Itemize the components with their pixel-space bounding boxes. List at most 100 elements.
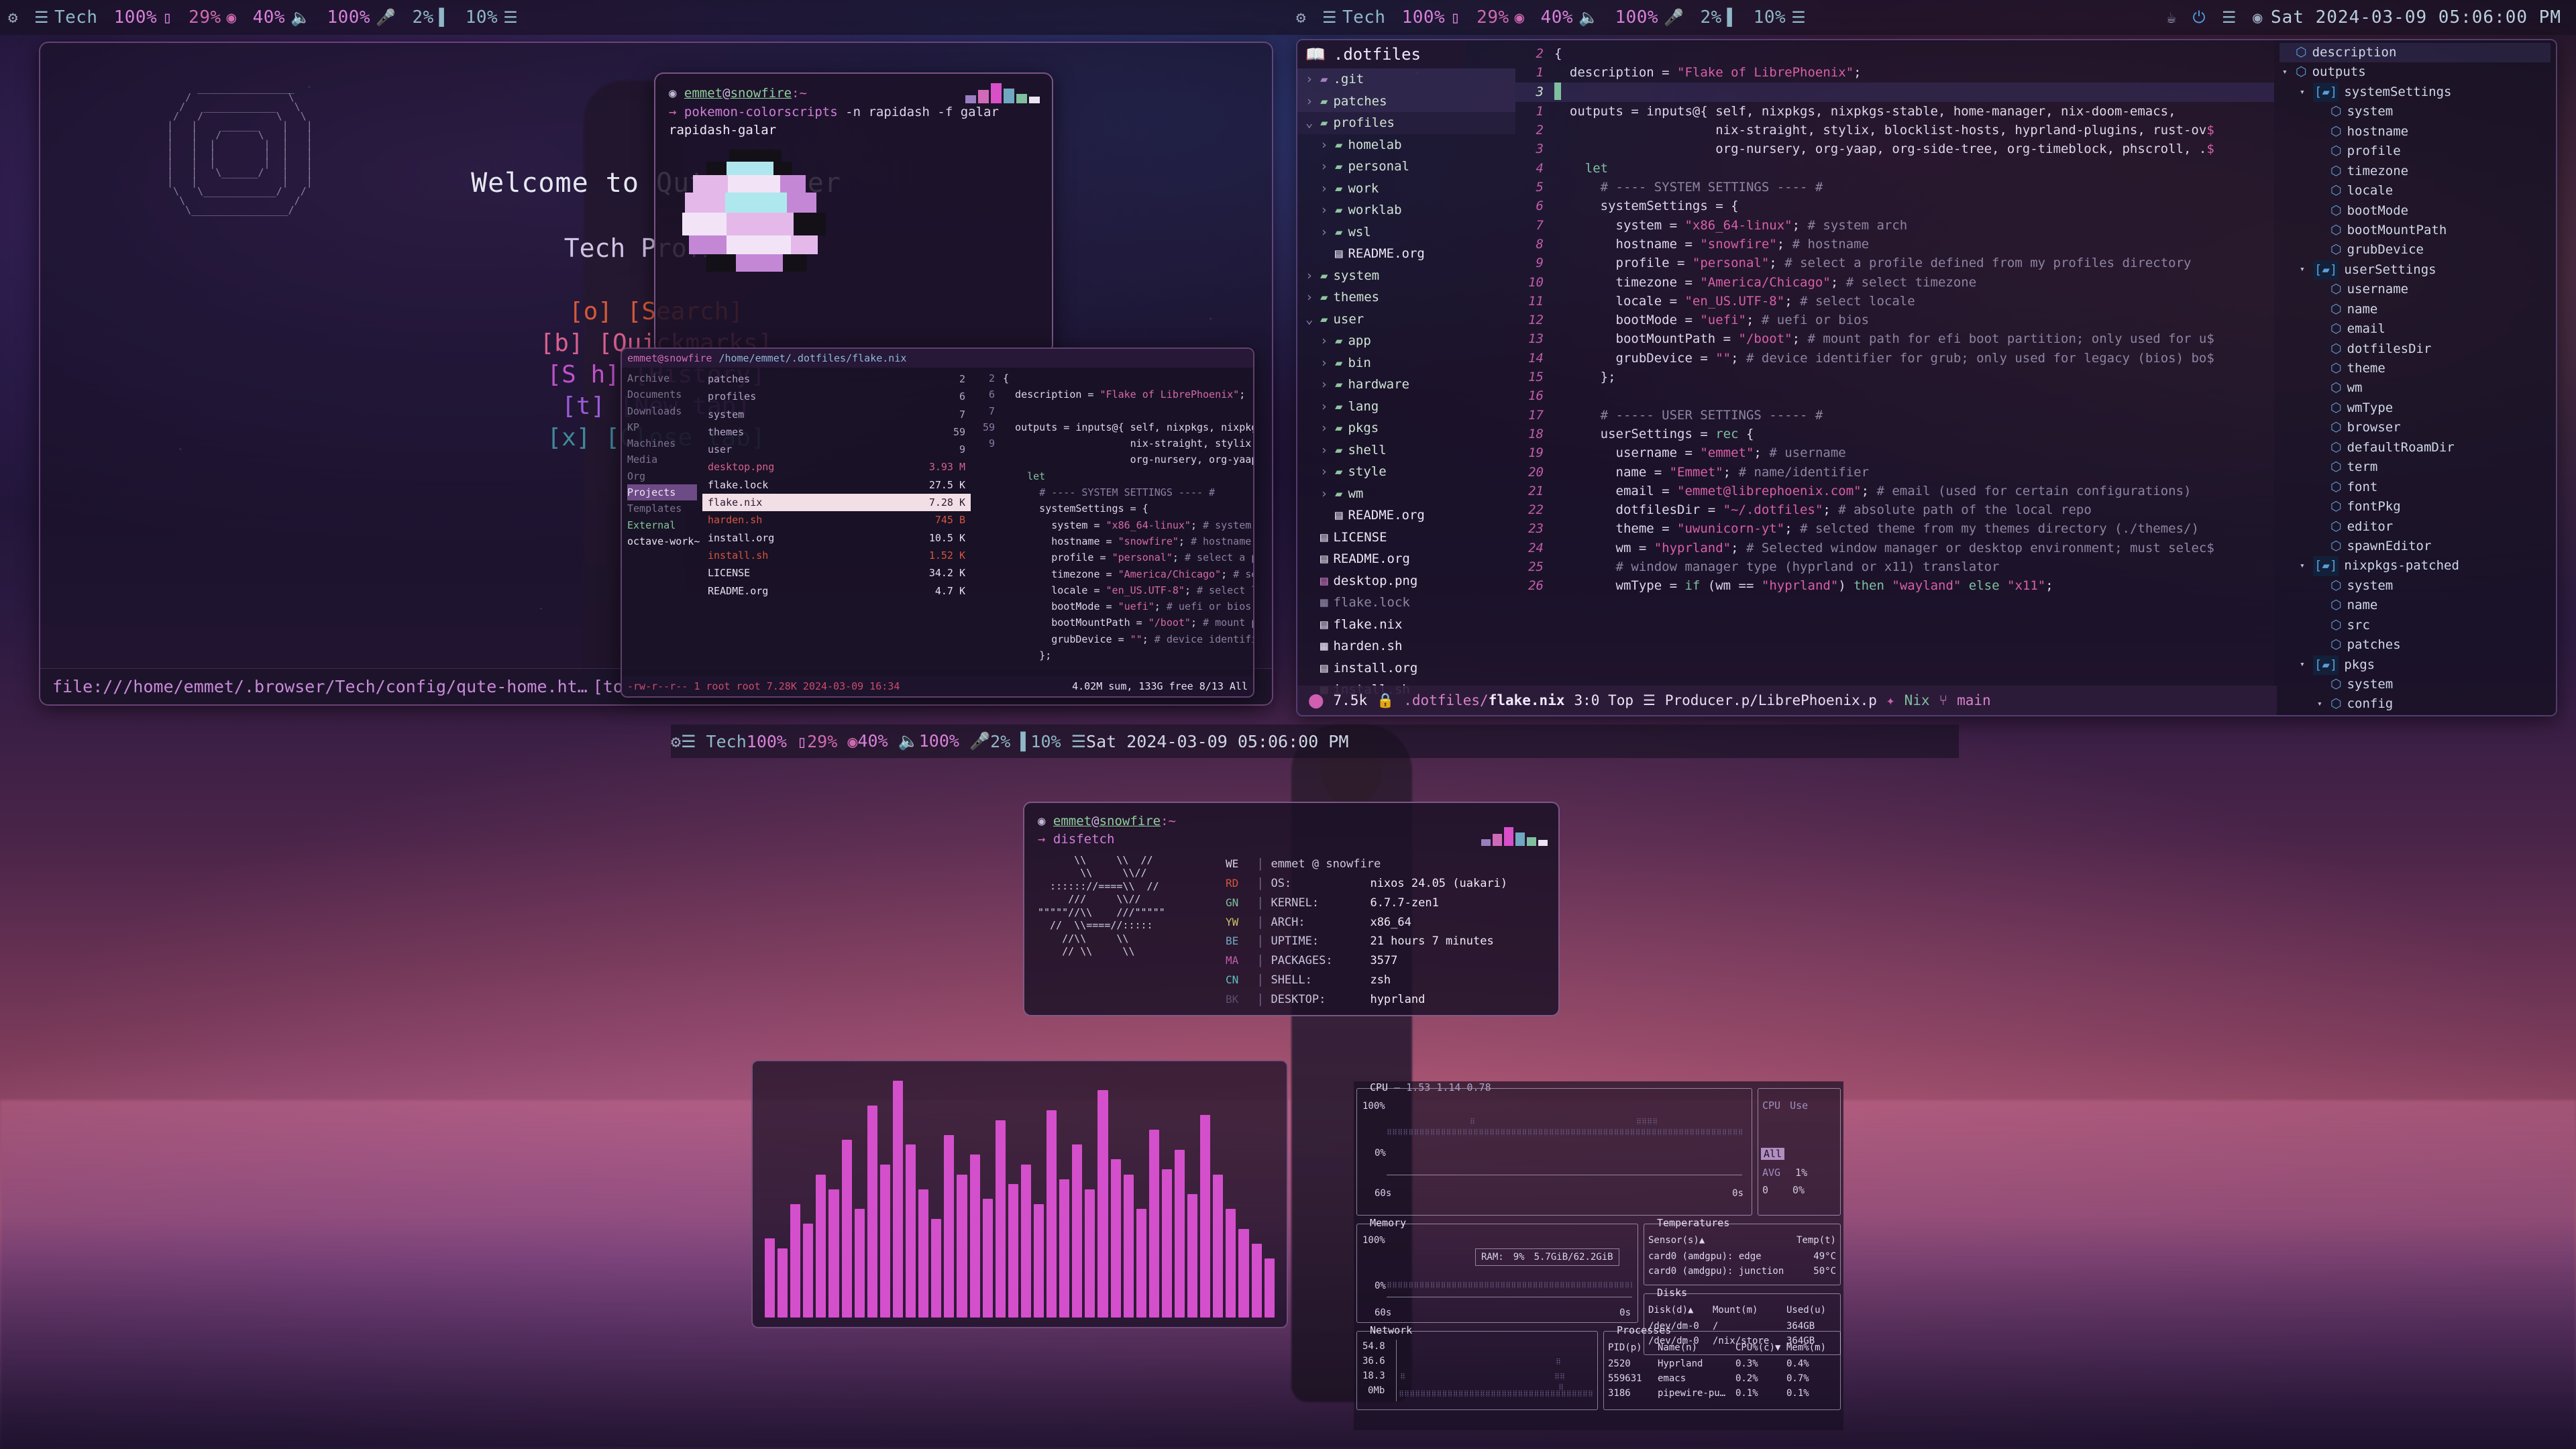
gear-icon-bottom[interactable]: ⚙ [671, 732, 681, 751]
file-tree-item[interactable]: › ▰ lang [1297, 396, 1515, 418]
volume-indicator[interactable]: 40% 🔈 [245, 7, 319, 28]
outline-item[interactable]: ⬡ defaultRoamDir [2279, 438, 2551, 458]
status-bar-right[interactable]: ⚙ ☰ Tech 100% ▯ 29% ◉ 40% 🔈 100% 🎤 2% ▌ … [1288, 0, 2576, 35]
brightness-indicator-right[interactable]: 100% ▯ [1394, 7, 1469, 28]
file-tree-item[interactable]: ▤ desktop.png [1297, 570, 1515, 592]
ranger-file-row[interactable]: LICENSE 34.2 K [702, 564, 971, 582]
file-tree-item[interactable]: › ▰ wm [1297, 483, 1515, 505]
cpu-indicator-right[interactable]: 29% ◉ [1468, 7, 1532, 28]
neovim-window[interactable]: 📖 .dotfiles › ▰ .git › ▰ patches ⌄ ▰ profiles › ▰ h… [1296, 39, 2557, 716]
outline-item[interactable]: ⬡ timezone [2279, 162, 2551, 181]
ranger-file-row[interactable]: harden.sh 745 B [702, 511, 971, 529]
outline-item[interactable]: ⬡ browser [2279, 418, 2551, 437]
ranger-file-row[interactable]: user 9 [702, 441, 971, 458]
ranger-file-row[interactable]: install.org 10.5 K [702, 529, 971, 547]
disk-col-mount[interactable]: Mount(m) [1713, 1303, 1786, 1318]
ranger-parent-column[interactable]: Archive Documents Downloads KP Machines Media… [622, 368, 702, 663]
ranger-parent-item[interactable]: Downloads [627, 403, 697, 419]
btop-system-monitor[interactable]: CPU — 1.53 1.14 0.78 100% 0% ⣿⣿⣿⣿⣿⣿⣿⣿⣿⣿⣿… [1354, 1081, 1843, 1430]
outline-item[interactable]: ⬡ term [2279, 458, 2551, 477]
file-tree-item[interactable]: ▦ flake.lock [1297, 592, 1515, 614]
cpu-indicator[interactable]: 29% ◉ [180, 7, 244, 28]
bluetooth-icon[interactable]: ⏻ [2185, 8, 2214, 27]
outline-item[interactable]: ⬡ name [2279, 300, 2551, 319]
volume-indicator-bottom[interactable]: 40% 🔈 [857, 731, 918, 751]
outline-item[interactable]: ▾ [▰] systemSettings [2279, 82, 2551, 103]
outline-item[interactable]: ⬡ bootMode [2279, 201, 2551, 221]
file-tree-item[interactable]: › ▰ worklab [1297, 199, 1515, 221]
outline-item[interactable]: ▾ ⬡ outputs [2279, 62, 2551, 82]
ram-indicator[interactable]: 10% ☰ [458, 7, 526, 28]
btop-cpu-legend-box[interactable]: CPU Use All AVG 1% 0 0% [1758, 1088, 1841, 1216]
brightness-indicator-bottom[interactable]: 100% ▯ [747, 732, 807, 751]
proc-col-cpu[interactable]: CPU%(c)▼ [1735, 1341, 1786, 1355]
file-tree-panel[interactable]: 📖 .dotfiles › ▰ .git › ▰ patches ⌄ ▰ profiles › ▰ h… [1297, 40, 1515, 715]
mic-indicator-bottom[interactable]: 100% 🎤 [919, 731, 990, 751]
outline-item[interactable]: ⬡ dotfilesDir [2279, 339, 2551, 359]
file-tree-item[interactable]: › ▰ personal [1297, 156, 1515, 178]
pokemon-terminal-window[interactable]: ◉ emmet@snowfire:~ → pokemon-colorscript… [654, 72, 1053, 354]
file-tree-item[interactable]: ⌄ ▰ profiles [1297, 112, 1515, 134]
ranger-file-row[interactable]: themes 59 [702, 423, 971, 441]
ranger-parent-item[interactable]: Archive [627, 370, 697, 386]
gear-icon-right[interactable]: ⚙ [1288, 8, 1314, 27]
outline-item[interactable]: ⬡ spawnEditor [2279, 537, 2551, 556]
temp-col-sensor[interactable]: Sensor(s)▲ [1648, 1234, 1705, 1248]
file-tree-item[interactable]: › ▰ style [1297, 461, 1515, 483]
file-tree-item[interactable]: › ▰ homelab [1297, 134, 1515, 156]
ram-indicator-bottom[interactable]: 10% ☰ [1030, 732, 1086, 751]
outline-item[interactable]: ⬡ hostname [2279, 122, 2551, 142]
outline-item[interactable]: ⬡ username [2279, 280, 2551, 299]
proc-col-name[interactable]: Name(n) [1658, 1341, 1735, 1355]
outline-item[interactable]: ▾ ⬡ config [2279, 694, 2551, 714]
outline-item[interactable]: ⬡ fontPkg [2279, 497, 2551, 517]
no-coffee-icon[interactable]: ☕ [2159, 8, 2185, 27]
workspace-indicator-right[interactable]: ☰ Tech [1314, 7, 1394, 28]
file-tree-item[interactable]: › ▰ patches [1297, 90, 1515, 112]
mic-indicator-right[interactable]: 100% 🎤 [1607, 7, 1692, 28]
mic-indicator[interactable]: 100% 🎤 [319, 7, 404, 28]
outline-item[interactable]: ⬡ font [2279, 478, 2551, 497]
file-tree-item[interactable]: ▤ README.org [1297, 504, 1515, 527]
file-tree-item[interactable]: › ▰ app [1297, 330, 1515, 352]
ranger-file-row[interactable]: patches 2 [702, 370, 971, 388]
outline-item[interactable]: ⬡ patches [2279, 635, 2551, 655]
temp-col-temp[interactable]: Temp(t) [1796, 1234, 1836, 1248]
outline-item[interactable]: ▾ [▰] nixpkgs-patched [2279, 556, 2551, 576]
proc-col-mem[interactable]: Mem%(m) [1786, 1341, 1826, 1355]
file-tree-item[interactable]: › ▰ hardware [1297, 374, 1515, 396]
file-tree-item[interactable]: ▤ README.org [1297, 243, 1515, 265]
outline-item[interactable]: ⬡ editor [2279, 517, 2551, 537]
outline-item[interactable]: ⬡ profile [2279, 142, 2551, 161]
outline-item[interactable]: ⬡ grubDevice [2279, 240, 2551, 260]
outline-item[interactable]: ⬡ theme [2279, 359, 2551, 378]
file-tree-item[interactable]: › ▰ themes [1297, 286, 1515, 309]
outline-item[interactable]: ⬡ wmType [2279, 398, 2551, 418]
cpu-selected-core[interactable]: All [1761, 1148, 1785, 1160]
ranger-file-row[interactable]: install.sh 1.52 K [702, 547, 971, 564]
outline-item[interactable]: ▾ [▰] userSettings [2279, 260, 2551, 280]
disk-col-used[interactable]: Used(u) [1786, 1303, 1826, 1318]
ranger-parent-item[interactable]: Projects [627, 484, 697, 501]
status-bar-left[interactable]: ⚙ ☰ Tech 100% ▯ 29% ◉ 40% 🔈 100% 🎤 2% ▌ … [0, 0, 1288, 35]
ranger-parent-item[interactable]: Media [627, 451, 697, 468]
outline-item[interactable]: ⬡ locale [2279, 181, 2551, 201]
outline-item[interactable]: ⬡ system [2279, 102, 2551, 121]
ranger-file-row[interactable]: README.org 4.7 K [702, 582, 971, 600]
file-tree-item[interactable]: › ▰ .git [1297, 68, 1515, 91]
outline-item[interactable]: ▾ [▰] pkgs [2279, 655, 2551, 675]
ranger-current-column[interactable]: patches 2 profiles 6 system 7 themes 59 user 9 des… [702, 368, 971, 663]
disfetch-terminal-window[interactable]: ◉ emmet@snowfire:~ → disfetch \\ \\ // \… [1023, 802, 1560, 1016]
outline-item[interactable]: ⬡ bootMountPath [2279, 221, 2551, 240]
file-tree-item[interactable]: ▤ flake.nix [1297, 614, 1515, 636]
brightness-indicator[interactable]: 100% ▯ [106, 7, 181, 28]
ranger-parent-item[interactable]: Org [627, 468, 697, 484]
file-tree-item[interactable]: ▤ README.org [1297, 548, 1515, 570]
outline-item[interactable]: ⬡ name [2279, 596, 2551, 615]
cpu-indicator-bottom[interactable]: 29% ◉ [807, 732, 857, 751]
workspace-indicator[interactable]: ☰ Tech [26, 7, 106, 28]
gear-icon[interactable]: ⚙ [0, 8, 26, 27]
ranger-file-row[interactable]: flake.nix 7.28 K [702, 494, 971, 512]
outline-item[interactable]: ⬡ description [2279, 43, 2551, 63]
file-tree-item[interactable]: ▤ LICENSE [1297, 527, 1515, 549]
